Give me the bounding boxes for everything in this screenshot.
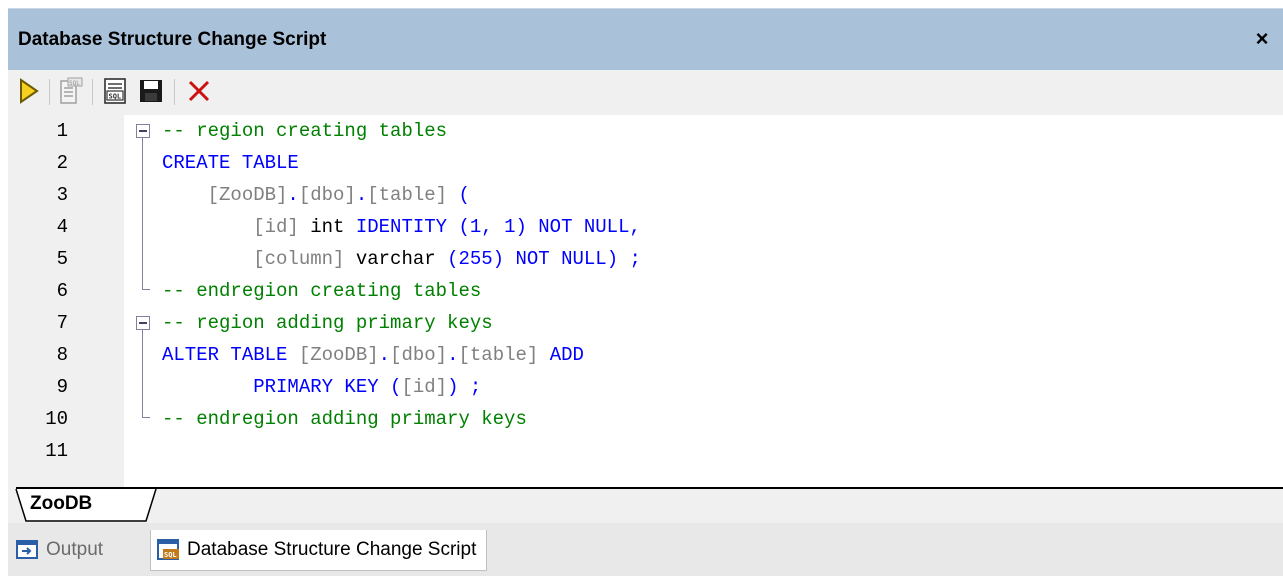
collapse-region-toggle[interactable] <box>136 316 150 330</box>
code-token: [table] <box>367 184 448 206</box>
database-tab-strip: ZooDB <box>8 487 1283 523</box>
code-token: [dbo] <box>298 184 356 206</box>
code-token: [dbo] <box>390 344 448 366</box>
code-line: ALTER TABLE [ZooDB].[dbo].[table] ADD <box>162 339 584 371</box>
code-token: ( <box>447 184 470 206</box>
tab-output[interactable]: Output <box>10 530 103 570</box>
open-in-sql-editor-button[interactable]: SQL <box>54 74 88 108</box>
sql-document-icon: SQL <box>60 77 83 104</box>
code-token: [id] <box>401 376 448 398</box>
tab-database-structure-change-script[interactable]: SQL Database Structure Change Script <box>150 530 488 571</box>
save-button[interactable] <box>134 74 168 108</box>
output-icon <box>16 539 40 561</box>
code-token: varchar <box>344 248 448 270</box>
code-token: PRIMARY KEY ( <box>162 376 402 398</box>
line-number: 2 <box>56 152 68 174</box>
line-number: 11 <box>45 440 68 462</box>
code-token: IDENTITY (1, 1) NOT NULL, <box>355 216 641 238</box>
tab-output-label: Output <box>46 539 104 560</box>
line-number: 8 <box>56 344 68 366</box>
floppy-disk-icon <box>140 80 162 102</box>
code-line: [ZooDB].[dbo].[table] ( <box>162 179 470 211</box>
change-script-panel: Database Structure Change Script × SQL S… <box>8 8 1283 576</box>
toolbar-separator <box>49 79 50 105</box>
code-token: -- endregion creating tables <box>162 280 482 302</box>
sql-script-icon: SQL <box>157 539 181 561</box>
code-token: [ZooDB] <box>298 344 379 366</box>
code-token: (255) NOT NULL) ; <box>447 248 641 270</box>
line-number: 6 <box>56 280 68 302</box>
code-token: -- region adding primary keys <box>162 312 493 334</box>
line-number: 10 <box>45 408 68 430</box>
code-token: . <box>447 344 459 366</box>
code-token: ADD <box>538 344 584 366</box>
line-number: 7 <box>56 312 68 334</box>
fold-guide <box>142 330 143 417</box>
code-line: CREATE TABLE <box>162 147 299 179</box>
svg-text:SQL: SQL <box>164 551 177 559</box>
code-token: [table] <box>458 344 539 366</box>
svg-text:SQL: SQL <box>69 80 80 87</box>
collapse-region-toggle[interactable] <box>136 124 150 138</box>
code-token: . <box>378 344 391 366</box>
execute-script-button[interactable] <box>12 74 46 108</box>
code-area[interactable]: -- region creating tables CREATE TABLE [Z… <box>124 115 1283 487</box>
tab-database-structure-change-script-label: Database Structure Change Script <box>187 539 477 560</box>
toolbar-separator <box>92 79 93 105</box>
line-number: 3 <box>56 184 68 206</box>
sql-editor[interactable]: 1 2 3 4 5 6 7 8 9 10 11 -- region creating tables C… <box>16 115 1283 487</box>
panel-titlebar: Database Structure Change Script × <box>8 8 1283 71</box>
code-token: CREATE TABLE <box>162 152 299 174</box>
code-line: [id] int IDENTITY (1, 1) NOT NULL, <box>162 211 641 243</box>
code-line: PRIMARY KEY ([id]) ; <box>162 371 481 403</box>
svg-text:SQL: SQL <box>109 93 122 101</box>
line-number: 5 <box>56 248 68 270</box>
play-icon <box>20 78 39 104</box>
code-token: -- region creating tables <box>162 120 448 142</box>
fold-guide <box>142 138 143 289</box>
show-sql-button[interactable]: SQL <box>98 74 132 108</box>
code-token: . <box>355 184 368 206</box>
code-token: [ZooDB] <box>162 184 288 206</box>
code-token: ALTER TABLE <box>162 344 299 366</box>
red-x-icon <box>188 80 210 102</box>
tab-zoodb[interactable]: ZooDB <box>30 487 92 521</box>
document-tabs: Output SQL Database Structure Change Scr… <box>8 523 1283 576</box>
code-token: -- endregion adding primary keys <box>162 408 527 430</box>
code-token: [column] <box>162 248 345 270</box>
code-line: [column] varchar (255) NOT NULL) ; <box>162 243 641 275</box>
fold-guide-end <box>142 417 150 418</box>
code-token: [id] <box>162 216 299 238</box>
line-number: 1 <box>56 120 68 142</box>
line-number: 9 <box>56 376 68 398</box>
line-number: 4 <box>56 216 68 238</box>
line-number-gutter: 1 2 3 4 5 6 7 8 9 10 11 <box>16 115 154 487</box>
code-line: -- endregion creating tables <box>162 275 481 307</box>
toolbar: SQL SQL <box>8 70 1283 115</box>
fold-guide-end <box>142 289 150 290</box>
code-token: int <box>298 216 356 238</box>
panel-title: Database Structure Change Script <box>18 29 327 50</box>
code-token: ) ; <box>447 376 482 398</box>
close-button[interactable]: × <box>1251 27 1273 51</box>
code-token: . <box>287 184 299 206</box>
delete-button[interactable] <box>182 74 216 108</box>
tab-strip-rule <box>16 487 1283 489</box>
code-line: -- region creating tables <box>162 115 447 147</box>
code-line: -- region adding primary keys <box>162 307 493 339</box>
code-line: -- endregion adding primary keys <box>162 403 527 435</box>
sql-file-icon: SQL <box>104 78 126 104</box>
toolbar-separator <box>174 79 175 105</box>
